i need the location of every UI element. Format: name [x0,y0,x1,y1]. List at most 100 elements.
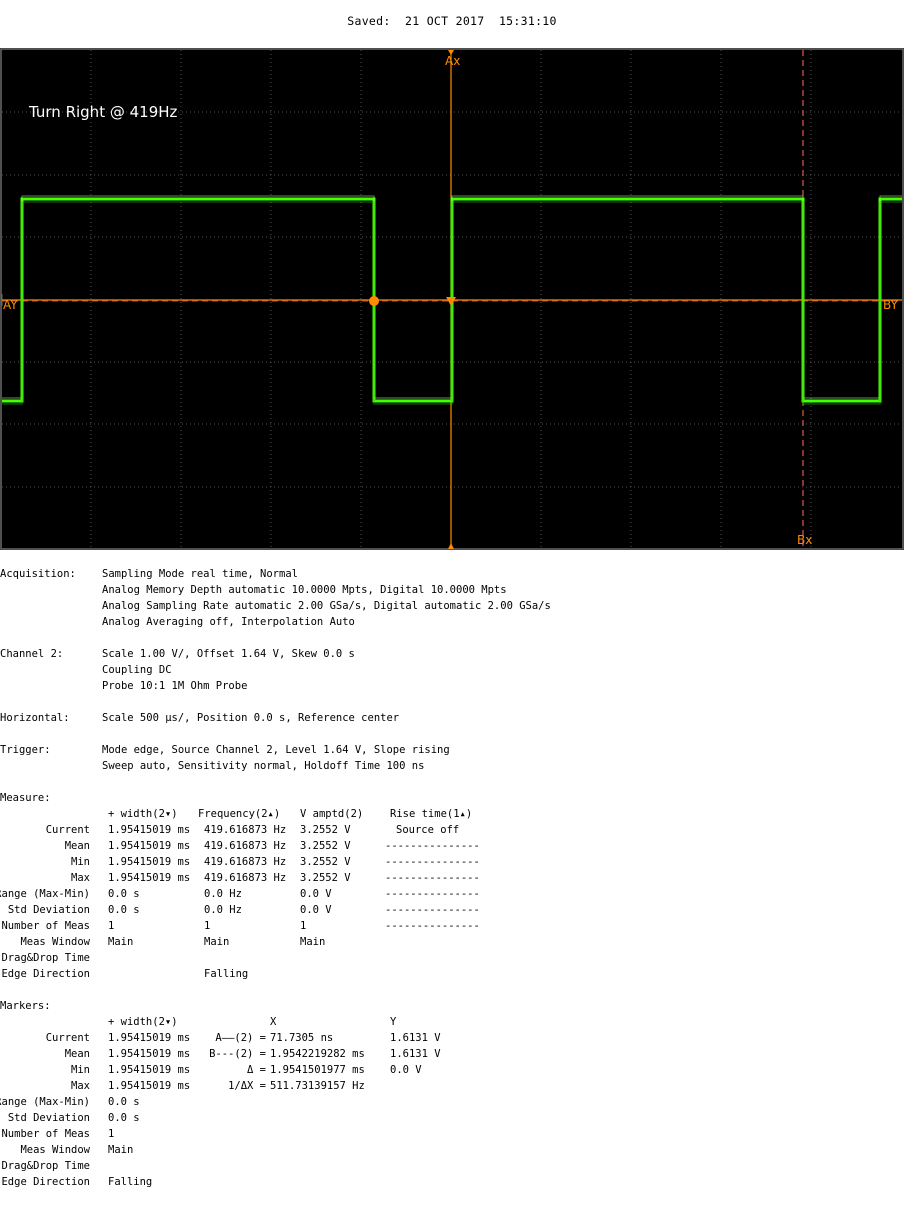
measure-risetime-value: --------------- [385,856,480,868]
measure-width-value: Main [108,936,134,948]
measure-vamptd-value: Main [300,936,326,948]
measure-label: Measure: [0,792,51,804]
markers-row: Number of Meas 1 [0,1126,904,1142]
measure-row-label: Mean [64,840,90,852]
markers-row: Std Deviation 0.0 s [0,1110,904,1126]
measure-row-label: Min [71,856,90,868]
markers-width-value: 1.95415019 ms [108,1032,191,1044]
measure-width-value: 1.95415019 ms [108,824,191,836]
measure-width-value: 1.95415019 ms [108,840,191,852]
markers-row: Mean 1.95415019 ms B---(2) = 1.9542219282 m… [0,1046,904,1062]
trigger-line: Sweep auto, Sensitivity normal, Holdoff … [102,760,425,772]
measure-header-row: + width(2▾) Frequency(2▴) V amptd(2) Ris… [0,806,904,822]
annotation-text[interactable]: Turn Right @ 419Hz [28,103,178,121]
measure-header: + width(2▾) [108,808,178,820]
measure-row-label: Edge Direction [1,968,90,980]
measure-row: Range (Max-Min) 0.0 s 0.0 Hz 0.0 V ---------… [0,886,904,902]
trigger-point-icon[interactable] [369,296,379,306]
markers-row: Current 1.95415019 ms A——(2) = 71.7305 ns 1.… [0,1030,904,1046]
markers-row-label: Current [45,1032,90,1044]
markers-row-label: Edge Direction [1,1176,90,1188]
measure-row: Current 1.95415019 ms 419.616873 Hz 3.2552 … [0,822,904,838]
markers-width-value: Falling [108,1176,153,1188]
markers-width-value: 1 [108,1128,115,1140]
markers-row: Meas Window Main [0,1142,904,1158]
measure-vamptd-value: 0.0 V [300,904,332,916]
marker-ax-label: Ax [445,54,460,68]
measure-width-value: 1 [108,920,115,932]
marker-bx-label: Bx [797,533,812,547]
measure-row-label: Number of Meas [1,920,90,932]
markers-row-label: Max [71,1080,90,1092]
measure-row-label: Range (Max-Min) [0,888,90,900]
measure-frequency-value: 0.0 Hz [204,904,242,916]
measure-frequency-value: 1 [204,920,211,932]
markers-x-value: 1.9542219282 ms [270,1048,365,1060]
measure-row: Min 1.95415019 ms 419.616873 Hz 3.2552 V ---… [0,854,904,870]
measure-row: Mean 1.95415019 ms 419.616873 Hz 3.2552 V --… [0,838,904,854]
markers-label: Markers: [0,1000,51,1012]
acquisition-line: Analog Sampling Rate automatic 2.00 GSa/… [102,600,551,612]
measure-frequency-value: 419.616873 Hz [204,856,287,868]
markers-width-value: 0.0 s [108,1096,140,1108]
markers-row-label: Min [71,1064,90,1076]
acquisition-label: Acquisition: [0,568,76,580]
markers-row: Min 1.95415019 ms Δ = 1.9541501977 ms 0.0 V [0,1062,904,1078]
measure-row: Meas Window Main Main Main [0,934,904,950]
setup-info-panel: Acquisition: Sampling Mode real time, Nor… [0,566,904,1190]
markers-y-value: 0.0 V [390,1064,422,1076]
measure-row-label: Drag&Drop Time [1,952,90,964]
measure-frequency-value: 0.0 Hz [204,888,242,900]
measure-width-value: 1.95415019 ms [108,856,191,868]
measure-risetime-value: Source off [396,824,460,836]
channel2-label: Channel 2: [0,648,64,660]
oscilloscope-screen[interactable]: Turn Right @ 419Hz Ax AY Bx BY [0,48,904,550]
markers-y-value: 1.6131 V [390,1048,441,1060]
measure-risetime-value: --------------- [385,920,480,932]
markers-width-value: 0.0 s [108,1112,140,1124]
markers-header: + width(2▾) [108,1016,178,1028]
markers-width-value: Main [108,1144,134,1156]
markers-row: Range (Max-Min) 0.0 s [0,1094,904,1110]
measure-row-label: Current [45,824,90,836]
markers-row-label: Number of Meas [1,1128,90,1140]
markers-cursor-label: Δ = [247,1064,266,1076]
trigger-line: Mode edge, Source Channel 2, Level 1.64 … [102,744,450,756]
markers-y-value: 1.6131 V [390,1032,441,1044]
measure-row: Number of Meas 1 1 1 --------------- [0,918,904,934]
markers-row-label: Std Deviation [7,1112,90,1124]
measure-vamptd-value: 3.2552 V [300,872,351,884]
markers-header: Y [390,1016,397,1028]
measure-risetime-value: --------------- [385,840,480,852]
measure-header: Rise time(1▴) [390,808,473,820]
markers-width-value: 1.95415019 ms [108,1080,191,1092]
trigger-label: Trigger: [0,744,51,756]
marker-ay-label: AY [3,298,18,312]
measure-vamptd-value: 3.2552 V [300,824,351,836]
markers-x-value: 71.7305 ns [270,1032,334,1044]
markers-header: X [270,1016,277,1028]
measure-risetime-value: --------------- [385,888,480,900]
measure-vamptd-value: 3.2552 V [300,840,351,852]
measure-row-label: Meas Window [20,936,90,948]
measure-width-value: 1.95415019 ms [108,872,191,884]
markers-x-value: 511.73139157 Hz [270,1080,365,1092]
measure-frequency-value: 419.616873 Hz [204,872,287,884]
measure-row: Edge Direction Falling [0,966,904,982]
measure-risetime-value: --------------- [385,872,480,884]
measure-frequency-value: Falling [204,968,249,980]
markers-cursor-label: A——(2) = [215,1032,266,1044]
measure-row: Max 1.95415019 ms 419.616873 Hz 3.2552 V ---… [0,870,904,886]
markers-width-value: 1.95415019 ms [108,1064,191,1076]
measure-header: Frequency(2▴) [198,808,281,820]
measure-header: V amptd(2) [300,808,364,820]
markers-row: Edge Direction Falling [0,1174,904,1190]
acquisition-line: Analog Averaging off, Interpolation Auto [102,616,355,628]
measure-vamptd-value: 3.2552 V [300,856,351,868]
measure-width-value: 0.0 s [108,888,140,900]
markers-x-value: 1.9541501977 ms [270,1064,365,1076]
measure-row-label: Max [71,872,90,884]
markers-row-label: Drag&Drop Time [1,1160,90,1172]
channel2-line: Probe 10:1 1M Ohm Probe [102,680,248,692]
marker-by-label: BY [883,298,899,312]
